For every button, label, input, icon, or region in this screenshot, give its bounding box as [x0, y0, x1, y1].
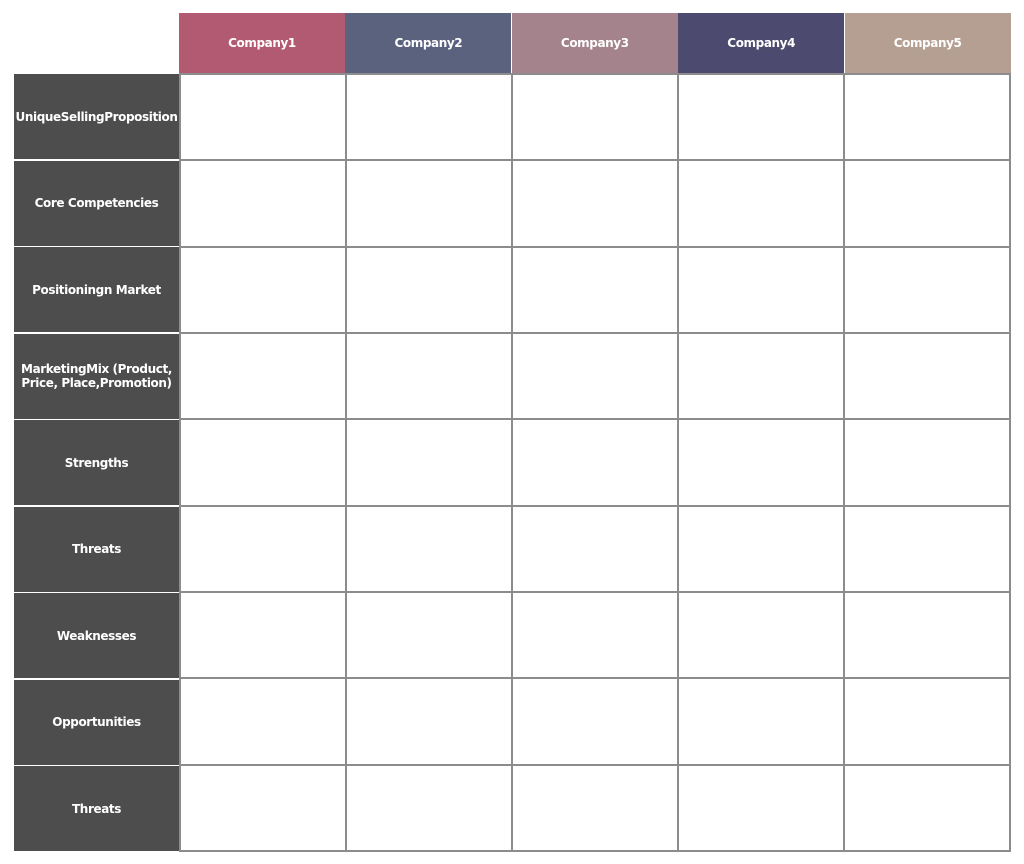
grid-cell[interactable]: [179, 245, 345, 332]
grid-cell[interactable]: [843, 677, 1009, 764]
grid-cell[interactable]: [345, 332, 511, 419]
grid-cell[interactable]: [511, 591, 677, 678]
row-label-1: UniqueSellingProposition: [14, 74, 179, 159]
grid-cell[interactable]: [179, 591, 345, 678]
grid-cell[interactable]: [677, 245, 843, 332]
grid-cell[interactable]: [345, 504, 511, 591]
grid-cell[interactable]: [511, 245, 677, 332]
grid-cell[interactable]: [345, 591, 511, 678]
grid-cell[interactable]: [179, 418, 345, 505]
grid-cell[interactable]: [677, 332, 843, 419]
grid-cell[interactable]: [677, 159, 843, 246]
grid-cell[interactable]: [345, 763, 511, 850]
grid-cell[interactable]: [511, 159, 677, 246]
row-label-4: MarketingMix (Product, Price, Place,Prom…: [14, 333, 179, 419]
row-label-3: Positioningn Market: [14, 247, 179, 332]
grid-cell[interactable]: [179, 677, 345, 764]
grid-cell[interactable]: [511, 418, 677, 505]
company-header-1: Company1: [179, 13, 345, 73]
row-label-2: Core Competencies: [14, 160, 179, 246]
company-header-3: Company3: [511, 13, 678, 73]
grid-cell[interactable]: [511, 73, 677, 160]
row-label-7: Weaknesses: [14, 593, 179, 678]
grid-cell[interactable]: [843, 245, 1009, 332]
grid-cell[interactable]: [511, 504, 677, 591]
grid-cell[interactable]: [179, 763, 345, 850]
grid-cell[interactable]: [677, 418, 843, 505]
grid-cell[interactable]: [843, 504, 1009, 591]
row-label-8: Opportunities: [14, 679, 179, 765]
row-label-9: Threats: [14, 766, 179, 851]
grid-cell[interactable]: [677, 591, 843, 678]
grid-cell[interactable]: [677, 73, 843, 160]
grid-cell[interactable]: [345, 73, 511, 160]
grid-cell[interactable]: [179, 332, 345, 419]
grid-cell[interactable]: [511, 677, 677, 764]
grid-cell[interactable]: [677, 677, 843, 764]
grid-cell[interactable]: [345, 159, 511, 246]
company-header-5: Company5: [844, 13, 1011, 73]
row-label-6: Threats: [14, 506, 179, 592]
grid-cell[interactable]: [677, 504, 843, 591]
grid-cell[interactable]: [345, 418, 511, 505]
company-header-4: Company4: [678, 13, 845, 73]
grid-cell[interactable]: [843, 159, 1009, 246]
grid-cell[interactable]: [179, 504, 345, 591]
grid-cell[interactable]: [345, 677, 511, 764]
grid-cell[interactable]: [511, 763, 677, 850]
grid-cell[interactable]: [179, 73, 345, 160]
grid-cell[interactable]: [843, 591, 1009, 678]
comparison-grid: [179, 73, 1011, 852]
grid-cell[interactable]: [843, 332, 1009, 419]
grid-cell[interactable]: [179, 159, 345, 246]
grid-cell[interactable]: [677, 763, 843, 850]
grid-cell[interactable]: [843, 418, 1009, 505]
grid-cell[interactable]: [843, 763, 1009, 850]
company-header-2: Company2: [345, 13, 512, 73]
grid-cell[interactable]: [843, 73, 1009, 160]
grid-cell[interactable]: [345, 245, 511, 332]
grid-cell[interactable]: [511, 332, 677, 419]
row-label-5: Strengths: [14, 420, 179, 505]
